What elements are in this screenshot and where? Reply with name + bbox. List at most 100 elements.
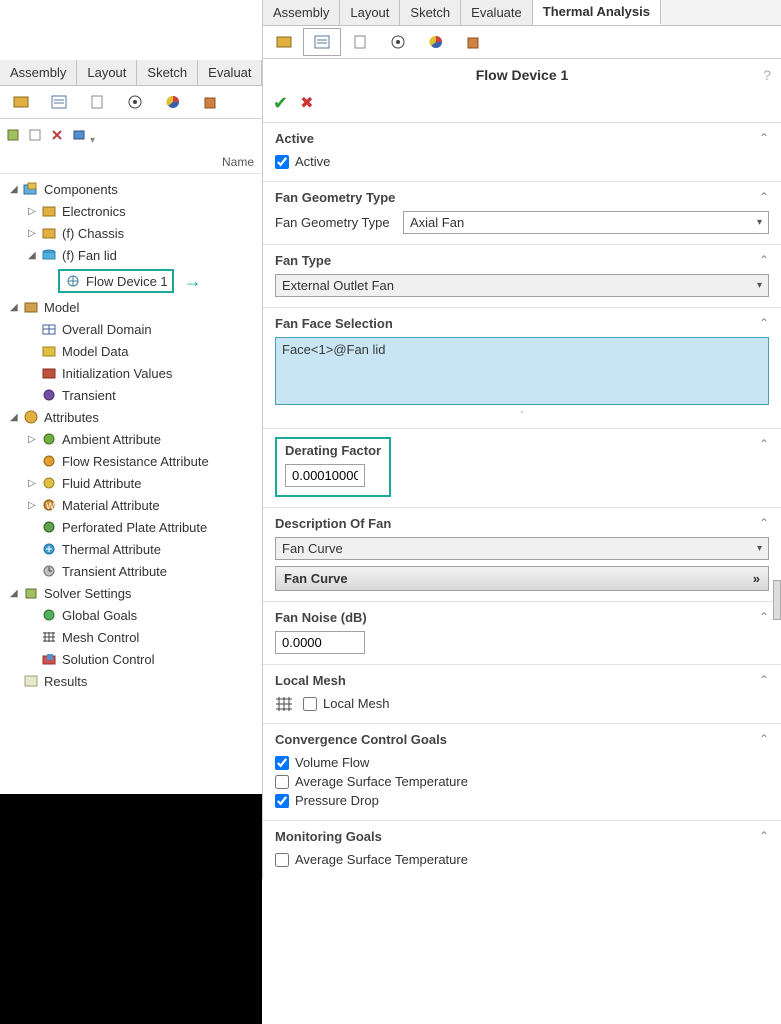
- section-active: Active ⌃ Active: [263, 123, 781, 182]
- chevron-up-icon[interactable]: ⌃: [759, 190, 769, 204]
- rlist-icon[interactable]: [303, 28, 341, 56]
- tree-fluid[interactable]: ▷Fluid Attribute: [4, 472, 262, 494]
- section-derating: ⌃ Derating Factor: [263, 429, 781, 508]
- tree-overall-domain[interactable]: Overall Domain: [4, 318, 262, 340]
- chevron-up-icon[interactable]: ⌃: [759, 316, 769, 330]
- left-panel: Assembly Layout Sketch Evaluat ▾ Name ◢C…: [0, 0, 262, 700]
- cube-blue-icon[interactable]: [68, 121, 90, 149]
- tree-solution-control[interactable]: Solution Control: [4, 648, 262, 670]
- tree-ambient[interactable]: ▷Ambient Attribute: [4, 428, 262, 450]
- fan-type-dropdown[interactable]: External Outlet Fan▾: [275, 274, 769, 297]
- tree-transient[interactable]: Transient: [4, 384, 262, 406]
- section-fan-geometry: Fan Geometry Type ⌃ Fan Geometry Type Ax…: [263, 182, 781, 245]
- rtab-layout[interactable]: Layout: [340, 0, 400, 25]
- rtab-thermal[interactable]: Thermal Analysis: [533, 0, 661, 25]
- tree-model-data[interactable]: Model Data: [4, 340, 262, 362]
- tree-init-values[interactable]: Initialization Values: [4, 362, 262, 384]
- left-tabrow: Assembly Layout Sketch Evaluat: [0, 60, 262, 86]
- tab-sketch[interactable]: Sketch: [137, 60, 198, 85]
- tree-flowdevice[interactable]: Flow Device 1 →: [4, 266, 262, 296]
- section-description-fan: Description Of Fan ⌃ Fan Curve▾ Fan Curv…: [263, 508, 781, 602]
- section-fan-noise: Fan Noise (dB) ⌃: [263, 602, 781, 665]
- tree-global-goals[interactable]: Global Goals: [4, 604, 262, 626]
- section-fan-type: Fan Type ⌃ External Outlet Fan▾: [263, 245, 781, 308]
- ok-cancel-row: ✔ ✖: [263, 89, 781, 123]
- chevron-up-icon[interactable]: ⌃: [759, 673, 769, 687]
- section-fan-face: Fan Face Selection ⌃ Face<1>@Fan lid ◦: [263, 308, 781, 429]
- chevron-up-icon[interactable]: ⌃: [759, 829, 769, 843]
- derating-input[interactable]: [285, 464, 365, 487]
- section-monitoring: Monitoring Goals ⌃ Average Surface Tempe…: [263, 821, 781, 879]
- active-checkbox[interactable]: Active: [275, 152, 769, 171]
- ok-button[interactable]: ✔: [273, 93, 288, 114]
- chevron-up-icon[interactable]: ⌃: [759, 610, 769, 624]
- tree-perforated[interactable]: Perforated Plate Attribute: [4, 516, 262, 538]
- fan-geom-label: Fan Geometry Type: [275, 215, 393, 230]
- left-toolbar-2: ▾: [0, 119, 262, 151]
- pressure-drop-checkbox[interactable]: Pressure Drop: [275, 791, 769, 810]
- tree-material[interactable]: ▷WMaterial Attribute: [4, 494, 262, 516]
- local-mesh-checkbox[interactable]: Local Mesh: [303, 694, 389, 713]
- rcube-icon[interactable]: [455, 28, 493, 56]
- tree-electronics[interactable]: ▷Electronics: [4, 200, 262, 222]
- rtab-sketch[interactable]: Sketch: [400, 0, 461, 25]
- clipboard-icon[interactable]: [78, 88, 116, 116]
- nav-tree: ◢Components ▷Electronics ▷(f) Chassis ◢(…: [0, 174, 262, 700]
- help-icon[interactable]: ?: [763, 67, 771, 83]
- rclip-icon[interactable]: [341, 28, 379, 56]
- viewport-placeholder: [0, 794, 262, 1024]
- rtarget-icon[interactable]: [379, 28, 417, 56]
- highlight-arrow-icon: →: [184, 271, 202, 292]
- right-tabrow: Assembly Layout Sketch Evaluate Thermal …: [263, 0, 781, 26]
- tab-layout[interactable]: Layout: [77, 60, 137, 85]
- tree-flow-resistance[interactable]: Flow Resistance Attribute: [4, 450, 262, 472]
- rtab-evaluate[interactable]: Evaluate: [461, 0, 533, 25]
- tree-mesh-control[interactable]: Mesh Control: [4, 626, 262, 648]
- chevron-up-icon[interactable]: ⌃: [759, 732, 769, 746]
- fan-curve-button[interactable]: Fan Curve»: [275, 566, 769, 591]
- target-icon[interactable]: [116, 88, 154, 116]
- tree-results[interactable]: Results: [4, 670, 262, 692]
- avg-surface-temp-checkbox[interactable]: Average Surface Temperature: [275, 772, 769, 791]
- desc-fan-dropdown[interactable]: Fan Curve▾: [275, 537, 769, 560]
- mon-avg-surface-temp-checkbox[interactable]: Average Surface Temperature: [275, 850, 769, 869]
- box-icon[interactable]: [2, 88, 40, 116]
- tree-components[interactable]: ◢Components: [4, 178, 262, 200]
- fan-noise-input[interactable]: [275, 631, 365, 654]
- fan-geom-dropdown[interactable]: Axial Fan▾: [403, 211, 769, 234]
- tree-chassis[interactable]: ▷(f) Chassis: [4, 222, 262, 244]
- list-icon[interactable]: [40, 88, 78, 116]
- cube-alt-icon[interactable]: [192, 88, 230, 116]
- tree-fanlid[interactable]: ◢(f) Fan lid: [4, 244, 262, 266]
- section-local-mesh: Local Mesh ⌃ Local Mesh: [263, 665, 781, 724]
- right-panel: Assembly Layout Sketch Evaluate Thermal …: [262, 0, 781, 879]
- left-toolbar: [0, 86, 262, 119]
- section-convergence: Convergence Control Goals ⌃ Volume Flow …: [263, 724, 781, 821]
- delete-icon[interactable]: [46, 121, 68, 149]
- chevron-up-icon[interactable]: ⌃: [759, 516, 769, 530]
- panel-title: Flow Device 1 ?: [263, 59, 781, 89]
- cancel-button[interactable]: ✖: [300, 93, 313, 114]
- volume-flow-checkbox[interactable]: Volume Flow: [275, 753, 769, 772]
- rpie-icon[interactable]: [417, 28, 455, 56]
- chevron-up-icon[interactable]: ⌃: [759, 437, 769, 451]
- small-icon-2[interactable]: [24, 121, 46, 149]
- chevron-up-icon[interactable]: ⌃: [759, 253, 769, 267]
- svg-text:W: W: [46, 501, 55, 511]
- chevron-up-icon[interactable]: ⌃: [759, 131, 769, 145]
- tree-thermal-attr[interactable]: Thermal Attribute: [4, 538, 262, 560]
- rbox-icon[interactable]: [265, 28, 303, 56]
- fan-face-listbox[interactable]: Face<1>@Fan lid: [275, 337, 769, 405]
- small-icon-1[interactable]: [2, 121, 24, 149]
- tree-attributes[interactable]: ◢Attributes: [4, 406, 262, 428]
- side-handle[interactable]: [773, 580, 781, 620]
- tree-transient-attr[interactable]: Transient Attribute: [4, 560, 262, 582]
- right-toolbar: [263, 26, 781, 59]
- rtab-assembly[interactable]: Assembly: [263, 0, 340, 25]
- tree-solver[interactable]: ◢Solver Settings: [4, 582, 262, 604]
- tree-model[interactable]: ◢Model: [4, 296, 262, 318]
- tab-assembly[interactable]: Assembly: [0, 60, 77, 85]
- mesh-icon: [275, 696, 293, 712]
- tab-evaluate[interactable]: Evaluat: [198, 60, 262, 85]
- pie-icon[interactable]: [154, 88, 192, 116]
